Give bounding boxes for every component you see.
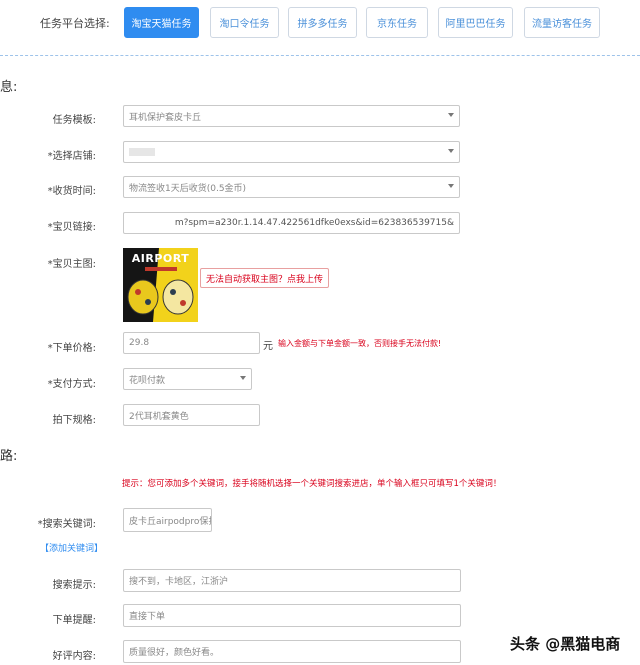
chevron-down-icon — [448, 113, 454, 117]
link-value: m?spm=a230r.1.14.47.422561dfke0exs&id=62… — [174, 218, 454, 228]
payment-value: 花呗付款 — [129, 375, 166, 386]
store-select[interactable] — [123, 141, 460, 163]
keyword-input[interactable]: 皮卡丘airpodpro保护壳 — [123, 508, 212, 532]
order-reminder-label: 下单提醒: — [52, 615, 96, 626]
chevron-down-icon — [240, 376, 246, 380]
price-input[interactable]: 29.8 — [123, 332, 260, 354]
order-reminder-placeholder: 直接下单 — [129, 612, 166, 622]
link-label: *宝贝链接: — [47, 222, 96, 233]
store-value-redacted — [129, 148, 155, 156]
order-reminder-input[interactable]: 直接下单 — [123, 604, 461, 627]
template-label: 任务模板: — [52, 115, 96, 126]
receive-time-value: 物流签收1天后收货(0.5金币) — [129, 183, 247, 194]
section-title-info: 息: — [0, 80, 18, 95]
template-value: 耳机保护套皮卡丘 — [129, 112, 202, 123]
section-title-route: 路: — [0, 449, 18, 464]
price-label: *下单价格: — [47, 343, 96, 354]
payment-select[interactable]: 花呗付款 — [123, 368, 252, 390]
spec-input[interactable]: 2代耳机套黄色 — [123, 404, 260, 426]
section-divider — [0, 55, 640, 56]
store-label: *选择店铺: — [47, 151, 96, 162]
tab-taobao-tmall[interactable]: 淘宝天猫任务 — [124, 7, 199, 38]
tab-pinduoduo[interactable]: 拼多多任务 — [288, 7, 357, 38]
chevron-down-icon — [448, 184, 454, 188]
search-hint-input[interactable]: 搜不到，卡地区，江浙沪 — [123, 569, 461, 592]
keyword-value: 皮卡丘airpodpro保护壳 — [129, 516, 211, 527]
tab-taokouling[interactable]: 淘口令任务 — [210, 7, 279, 38]
main-image-label: *宝贝主图: — [47, 259, 96, 270]
spec-label: 拍下规格: — [52, 415, 96, 426]
spec-value: 2代耳机套黄色 — [129, 411, 189, 422]
watermark: 头条 @黑猫电商 — [510, 635, 621, 653]
tab-jd[interactable]: 京东任务 — [366, 7, 428, 38]
price-unit: 元 — [263, 341, 273, 352]
tab-alibaba[interactable]: 阿里巴巴任务 — [438, 7, 513, 38]
price-warning: 输入金额与下单金额一致，否则接手无法付款! — [278, 339, 442, 348]
review-label: 好评内容: — [52, 651, 96, 662]
review-input[interactable]: 质量很好，颜色好看。 — [123, 640, 461, 663]
add-keyword-link[interactable]: 【添加关键词】 — [40, 541, 103, 554]
product-image: AIRPORT — [123, 248, 198, 322]
keyword-label: *搜索关键词: — [37, 519, 96, 530]
search-hint-label: 搜索提示: — [52, 580, 96, 591]
product-image-title: AIRPORT — [131, 252, 190, 265]
payment-label: *支付方式: — [47, 379, 96, 390]
receive-time-label: *收货时间: — [47, 186, 96, 197]
platform-label: 任务平台选择: — [40, 17, 110, 30]
link-input[interactable]: m?spm=a230r.1.14.47.422561dfke0exs&id=62… — [123, 212, 460, 234]
tab-traffic-visitor[interactable]: 流量访客任务 — [524, 7, 600, 38]
price-value: 29.8 — [129, 338, 150, 348]
chevron-down-icon — [448, 149, 454, 153]
template-select[interactable]: 耳机保护套皮卡丘 — [123, 105, 460, 127]
search-hint-placeholder: 搜不到，卡地区，江浙沪 — [129, 577, 229, 587]
receive-time-select[interactable]: 物流签收1天后收货(0.5金币) — [123, 176, 460, 198]
review-placeholder: 质量很好，颜色好看。 — [129, 648, 220, 658]
upload-main-image-button[interactable]: 无法自动获取主图？点我上传 — [200, 268, 330, 288]
keyword-tip: 提示：您可添加多个关键词，接手将随机选择一个关键词搜索进店，单个输入框只可填写1… — [122, 479, 502, 489]
